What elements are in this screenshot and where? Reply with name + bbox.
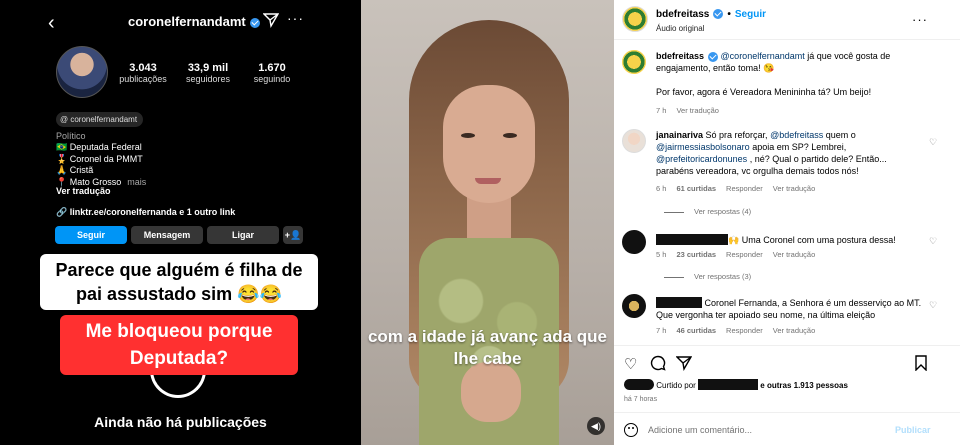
comment-icon[interactable] <box>650 355 666 371</box>
comment-item: 🙌 Uma Coronel com uma postura dessa! ♡ 5… <box>622 230 942 285</box>
post-sidebar: bdefreitass • Seguir Áudio original ··· bd… <box>614 0 960 445</box>
back-icon[interactable]: ‹ <box>48 12 55 35</box>
profile-screenshot-panel: ‹ coronelfernandamt ··· 3.043 publicações… <box>0 0 361 445</box>
no-posts-text: Ainda não há publicações <box>94 414 267 430</box>
commenter-avatar[interactable] <box>622 230 646 254</box>
comment-meta: 6 h 61 curtidas Responder Ver tradução <box>656 184 816 193</box>
follow-button[interactable]: Seguir <box>55 226 127 244</box>
more-options-icon[interactable]: ··· <box>287 10 304 26</box>
bio-translate-link[interactable]: Ver tradução <box>56 186 111 196</box>
view-replies-link[interactable]: Ver respostas (4) <box>664 207 751 216</box>
profile-link[interactable]: 🔗 linktr.ee/coronelfernanda e 1 outro li… <box>56 207 235 218</box>
video-person-mouth <box>475 178 501 184</box>
overlay-caption-red: Me bloqueou porque Deputada? <box>60 315 298 375</box>
speaker-icon[interactable]: ◀) <box>587 417 605 435</box>
caption-text-2: Por favor, agora é Vereadora Menininha t… <box>656 87 872 97</box>
add-comment-bar: Publicar <box>614 412 960 445</box>
liked-by-avatars <box>624 379 654 390</box>
caption-translate[interactable]: Ver tradução <box>676 106 719 115</box>
like-icon[interactable]: ♡ <box>624 355 637 373</box>
publish-button[interactable]: Publicar <box>895 425 931 435</box>
emoji-icon[interactable] <box>624 423 638 437</box>
author-avatar[interactable] <box>622 6 648 32</box>
video-person-hands <box>461 362 521 422</box>
like-comment-icon[interactable]: ♡ <box>929 300 937 311</box>
profile-bio: 🇧🇷 Deputada Federal 🎖️ Coronel da PMMT 🙏… <box>56 142 147 187</box>
redacted-username <box>656 297 702 308</box>
threads-badge[interactable]: @ coronelfernandamt <box>56 112 144 127</box>
video-subtitle: com a idade já avanç ada que lhe cabe <box>367 327 608 368</box>
redacted-username <box>656 234 728 245</box>
follow-link[interactable]: Seguir <box>735 9 766 20</box>
add-person-button[interactable]: +👤 <box>283 226 303 244</box>
verified-badge-icon <box>713 9 724 20</box>
comment-username[interactable]: janainariva <box>656 130 703 140</box>
share-icon[interactable] <box>676 355 692 371</box>
overlay-caption-white: Parece que alguém é filha de pai assusta… <box>40 254 318 310</box>
liked-by-line: Curtido por e outras 1.913 pessoas <box>624 379 848 390</box>
caption-mention[interactable]: @coronelfernandamt <box>721 51 805 61</box>
profile-category: Político <box>56 131 86 141</box>
profile-username: coronelfernandamt <box>128 14 260 29</box>
likes-count-link[interactable]: e outras 1.913 pessoas <box>760 381 848 390</box>
caption-meta: 7 h Ver tradução <box>656 106 719 115</box>
commenter-avatar[interactable] <box>622 294 646 318</box>
like-comment-icon[interactable]: ♡ <box>929 236 937 247</box>
like-comment-icon[interactable]: ♡ <box>929 137 937 148</box>
stat-posts: 3.043 publicações <box>119 62 167 84</box>
redacted-username <box>698 379 759 390</box>
save-bookmark-icon[interactable] <box>914 355 928 371</box>
comment-input[interactable] <box>648 422 888 438</box>
stat-following[interactable]: 1.670 seguindo <box>245 62 299 84</box>
send-icon[interactable] <box>263 12 279 28</box>
reel-video[interactable]: com a idade já avanç ada que lhe cabe ◀) <box>361 0 614 445</box>
video-person-eye <box>461 133 475 138</box>
post-actions-bar: ♡ <box>614 345 960 377</box>
author-avatar[interactable] <box>622 50 646 74</box>
bio-more-link[interactable]: mais <box>127 177 146 187</box>
verified-badge-icon <box>708 51 719 62</box>
comment-item: Coronel Fernanda, a Senhora é um desserv… <box>622 294 942 339</box>
caption-username[interactable]: bdefreitass <box>656 51 704 61</box>
call-button[interactable]: Ligar <box>207 226 279 244</box>
verified-badge-icon <box>249 17 260 28</box>
audio-label[interactable]: Áudio original <box>656 24 704 33</box>
video-person-face <box>443 85 535 203</box>
stat-followers[interactable]: 33,9 mil seguidores <box>180 62 236 84</box>
message-button[interactable]: Mensagem <box>131 226 203 244</box>
screenshot-root: ‹ coronelfernandamt ··· 3.043 publicações… <box>0 0 960 445</box>
post-time: há 7 horas <box>624 396 658 403</box>
comment-item: janainariva Só pra reforçar, @bdefreitas… <box>622 129 942 219</box>
author-username[interactable]: bdefreitass <box>656 9 709 20</box>
profile-avatar <box>56 46 108 98</box>
more-options-icon[interactable]: ··· <box>912 12 928 27</box>
comment-meta: 5 h 23 curtidas Responder Ver tradução <box>656 250 816 259</box>
post-header: bdefreitass • Seguir Áudio original ··· <box>614 0 960 40</box>
author-line: bdefreitass • Seguir <box>656 9 766 20</box>
post-caption: bdefreitass @coronelfernandamt já que vo… <box>622 50 942 120</box>
view-replies-link[interactable]: Ver respostas (3) <box>664 272 751 281</box>
profile-topbar: ‹ coronelfernandamt ··· <box>0 0 361 44</box>
commenter-avatar[interactable] <box>622 129 646 153</box>
video-person-eye <box>503 133 517 138</box>
comment-meta: 7 h 46 curtidas Responder Ver tradução <box>656 326 816 335</box>
